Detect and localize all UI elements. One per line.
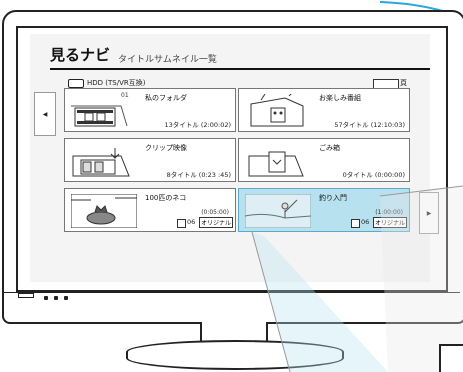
tv-divider [4,292,460,293]
title-index: 06 [361,218,370,226]
select-checkbox[interactable] [351,219,360,228]
select-checkbox[interactable] [177,219,186,228]
trash-folder-icon [248,151,304,177]
folder-name: クリップ映像 [145,144,187,152]
power-led [18,293,34,298]
source-label-text: HDD (TS/VR互換) [87,79,146,87]
folder-film-icon [71,105,128,127]
folder-count: 0タイトル (0:00:00) [342,171,405,179]
title-card-selected[interactable]: 釣り入門 (1:00:00) 06 オリジナル [238,188,410,232]
prev-page-button[interactable]: ◀ [34,92,56,136]
folder-count: 57タイトル (12:10:03) [334,121,405,129]
folder-card[interactable]: クリップ映像 8タイトル (0:23 :45) [64,138,236,182]
title-name: 釣り入門 [319,194,347,202]
title-duration: (1:00:00) [375,209,403,216]
folder-card[interactable]: 01 私のフォルダ 13タイトル (2:00:02) [64,88,236,132]
page-subtitle: タイトルサムネイル一覧 [118,55,217,65]
source-label: HDD (TS/VR互換) [68,78,145,88]
folder-name: 私のフォルダ [145,94,187,102]
folder-name: お楽しみ番組 [319,94,361,102]
folder-card[interactable]: お楽しみ番組 57タイトル (12:10:03) [238,88,410,132]
speaker-dot [44,296,48,300]
cat-thumbnail-icon [71,194,137,228]
title-index: 06 [187,218,196,226]
folder-robot-icon [250,94,304,127]
folder-number: 01 [121,92,129,99]
tv-stand-base [126,340,344,370]
speaker-dot [64,296,68,300]
page-suffix: 頁 [400,79,407,87]
folder-name: ごみ箱 [319,144,340,152]
folder-count: 8タイトル (0:23 :45) [166,171,231,179]
title-card[interactable]: 100匹のネコ (0:05:00) 06 オリジナル [64,188,236,232]
title-duration: (0:05:00) [201,209,229,216]
chevron-left-icon: ◀ [42,110,48,118]
folder-count: 13タイトル (2:00:02) [164,121,231,129]
next-page-button[interactable]: ▶ [419,192,439,234]
title-name: 100匹のネコ [145,194,187,202]
chevron-right-icon: ▶ [426,209,432,217]
clip-film-icon [72,148,130,177]
hdd-icon [68,78,84,88]
fishing-thumbnail-icon [245,194,311,228]
page-title: 見るナビ [50,46,111,64]
folder-card[interactable]: ごみ箱 0タイトル (0:00:00) [238,138,410,182]
title-divider [50,68,430,70]
original-badge: オリジナル [199,217,234,228]
original-badge: オリジナル [373,217,408,228]
speaker-dot [54,296,58,300]
